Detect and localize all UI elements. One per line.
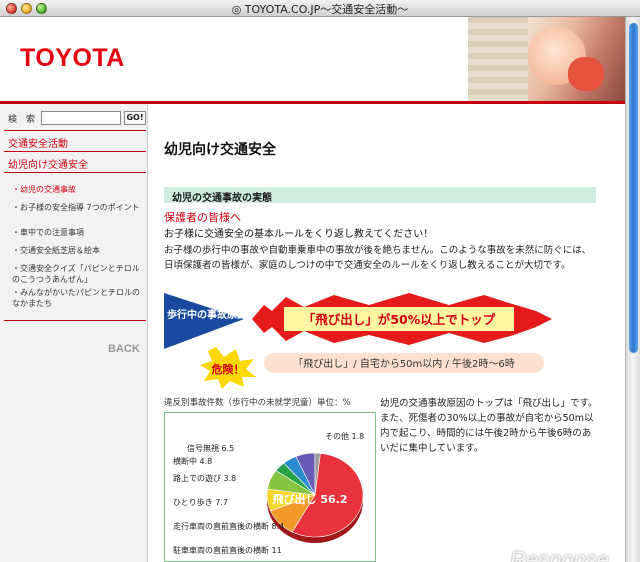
sidebar-item-quiz[interactable]: ・交通安全クイズ「パピンとチロルのこうつうあんぜん」 — [12, 263, 144, 285]
search-input[interactable] — [41, 111, 121, 125]
cause-description: 幼児の交通事故原因のトップは「飛び出し」です。また、死傷者の30%以上の事故が自… — [380, 398, 598, 454]
nav-infant-safety[interactable]: 幼児向け交通安全 — [8, 156, 88, 171]
section-header: 幼児の交通事故の実態 — [164, 187, 596, 204]
back-link[interactable]: BACK — [108, 343, 140, 355]
danger-text: 危険！ — [211, 362, 245, 376]
pie-slice-label: 横断中 4.8 — [173, 456, 212, 466]
sidebar-item-in-car-notes[interactable]: ・車中での注意事項 — [12, 227, 144, 238]
guardian-subhead: 保護者の皆様へ — [164, 211, 241, 224]
search-row: 検 索 GO! — [0, 110, 148, 126]
page-title: 幼児向け交通安全 — [164, 142, 276, 158]
accident-banner: 歩行中の事故原因 「飛び出し」が50%以上でトップ 危険！ 「飛び出し」/ 自宅… — [164, 293, 552, 389]
pie-slice-label: 信号無視 6.5 — [187, 443, 234, 453]
sidebar-item-seven-points[interactable]: ・お子様の安全指導 7つのポイント — [12, 202, 144, 213]
cause-arrow — [164, 293, 244, 349]
search-go-button[interactable]: GO! — [124, 111, 146, 125]
toyota-logo[interactable]: TOYOTA — [20, 44, 125, 73]
baby-hand — [568, 57, 604, 91]
divider — [4, 320, 146, 321]
pie-chart: 飛び出し 56.2 駐車車両の直前直後の横断 11 走行車両の直前直後の横断 8.4… — [173, 431, 364, 555]
photo-background — [468, 17, 528, 101]
scrollbar-thumb[interactable] — [629, 23, 638, 353]
pie-slice-label: 路上での遊び 3.8 — [173, 473, 236, 483]
lead-text: お子様に交通安全の基本ルールをくり返し教えてください！ — [164, 229, 434, 240]
pie-slice-label: 飛び出し 56.2 — [272, 492, 348, 506]
sidebar-item-infant-accidents[interactable]: ・幼児の交通事故 — [12, 184, 144, 195]
divider — [4, 130, 146, 131]
pie-slice-label: 走行車両の直前直後の横断 8.4 — [173, 521, 284, 531]
cause-arrow-text: 歩行中の事故原因 — [167, 308, 247, 321]
vertical-scrollbar[interactable] — [625, 17, 640, 562]
browser-window: ◎ TOYOTA.CO.JP〜交通安全活動〜 TOYOTA 検 索 GO! 交通… — [0, 0, 640, 562]
section-title: 幼児の交通事故の実態 — [172, 193, 272, 204]
search-label: 検 索 — [8, 115, 36, 125]
site-header: TOYOTA — [0, 17, 625, 101]
sidebar-item-picture-books[interactable]: ・交通安全紙芝居＆絵本 — [12, 245, 144, 256]
headline-text: 「飛び出し」が50%以上でトップ — [303, 312, 496, 327]
title-bar: ◎ TOYOTA.CO.JP〜交通安全活動〜 — [0, 0, 640, 17]
divider — [4, 172, 146, 173]
main-content: 幼児向け交通安全 幼児の交通事故の実態 保護者の皆様へ お子様に交通安全の基本ル… — [148, 104, 625, 562]
pie-slice-label: その他 1.8 — [325, 431, 364, 441]
response-watermark: Response. — [510, 547, 616, 562]
detail-text: 「飛び出し」/ 自宅から50m以内 / 午後2時〜6時 — [293, 357, 514, 370]
intro-paragraph: お子様の歩行中の事故や自動車乗車中の事故が後を絶ちません。このような事故を未然に… — [164, 245, 592, 271]
page-content: TOYOTA 検 索 GO! 交通安全活動 幼児向け交通安全 ・幼児の交通事故 … — [0, 17, 625, 562]
pie-slice-label: ひとり歩き 7.7 — [173, 497, 228, 507]
pie-chart-box: 飛び出し 56.2 駐車車両の直前直後の横断 11 走行車両の直前直後の横断 8.4… — [164, 412, 376, 562]
header-photo — [468, 17, 625, 101]
chart-caption: 違反別事故件数（歩行中の未就学児童）単位：% — [164, 398, 351, 408]
nav-traffic-safety[interactable]: 交通安全活動 — [8, 135, 68, 150]
sidebar-item-drawings[interactable]: ・みんながかいたパピンとチロルのなかまたち — [12, 287, 144, 309]
sidebar: 検 索 GO! 交通安全活動 幼児向け交通安全 ・幼児の交通事故 ・お子様の安全… — [0, 104, 148, 562]
divider — [4, 151, 146, 152]
pie-slice-label: 駐車車両の直前直後の横断 11 — [173, 545, 282, 555]
window-title: ◎ TOYOTA.CO.JP〜交通安全活動〜 — [231, 3, 409, 16]
